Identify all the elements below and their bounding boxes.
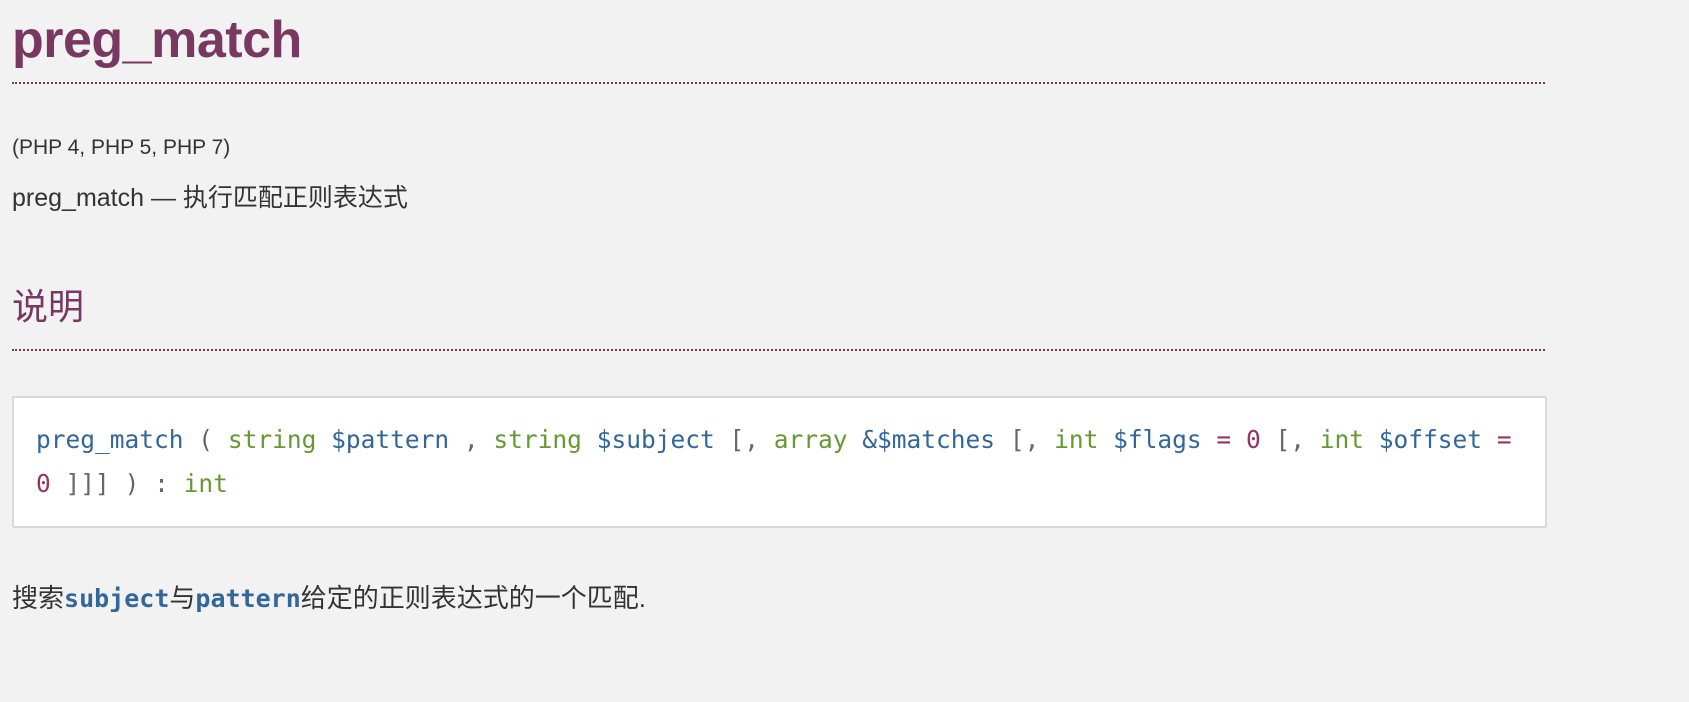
optional-open: [, xyxy=(1275,425,1305,454)
paren-close: ) xyxy=(124,469,140,498)
return-type[interactable]: int xyxy=(184,469,228,498)
ref-purpose: preg_match — 执行匹配正则表达式 xyxy=(12,184,408,212)
param-name: &$matches xyxy=(862,425,996,454)
param-name: $flags xyxy=(1113,425,1202,454)
param-type[interactable]: int xyxy=(1320,425,1364,454)
paren-open: ( xyxy=(198,425,214,454)
param-ref-pattern: pattern xyxy=(195,584,301,613)
param-type[interactable]: int xyxy=(1054,425,1098,454)
param-type[interactable]: array xyxy=(774,425,848,454)
param-name: $pattern xyxy=(331,425,450,454)
default-value: 0 xyxy=(36,469,51,498)
desc-text: 给定的正则表达式的一个匹配. xyxy=(300,583,646,613)
section-heading-description: 说明 xyxy=(12,280,1545,351)
function-name[interactable]: preg_match xyxy=(36,425,184,454)
equals: = xyxy=(1216,425,1232,454)
method-synopsis: preg_match ( string $pattern , string $s… xyxy=(12,396,1547,528)
param-ref-subject: subject xyxy=(64,584,170,613)
default-value: 0 xyxy=(1245,425,1261,454)
param-type[interactable]: string xyxy=(228,425,317,454)
optional-close: ]]] xyxy=(65,469,110,498)
php-versions: (PHP 4, PHP 5, PHP 7) xyxy=(12,136,231,159)
param-type[interactable]: string xyxy=(493,425,582,454)
desc-text: 与 xyxy=(169,583,196,613)
colon: : xyxy=(154,469,169,498)
desc-text: 搜索 xyxy=(12,583,65,613)
param-name: $offset xyxy=(1378,425,1483,454)
equals: = xyxy=(1496,425,1512,454)
page-title: preg_match xyxy=(12,0,1545,84)
optional-open: [, xyxy=(1009,425,1040,454)
description-text: 搜索subject与pattern给定的正则表达式的一个匹配. xyxy=(12,578,646,615)
comma: , xyxy=(463,425,479,454)
param-name: $subject xyxy=(596,425,715,454)
optional-open: [, xyxy=(729,425,759,454)
